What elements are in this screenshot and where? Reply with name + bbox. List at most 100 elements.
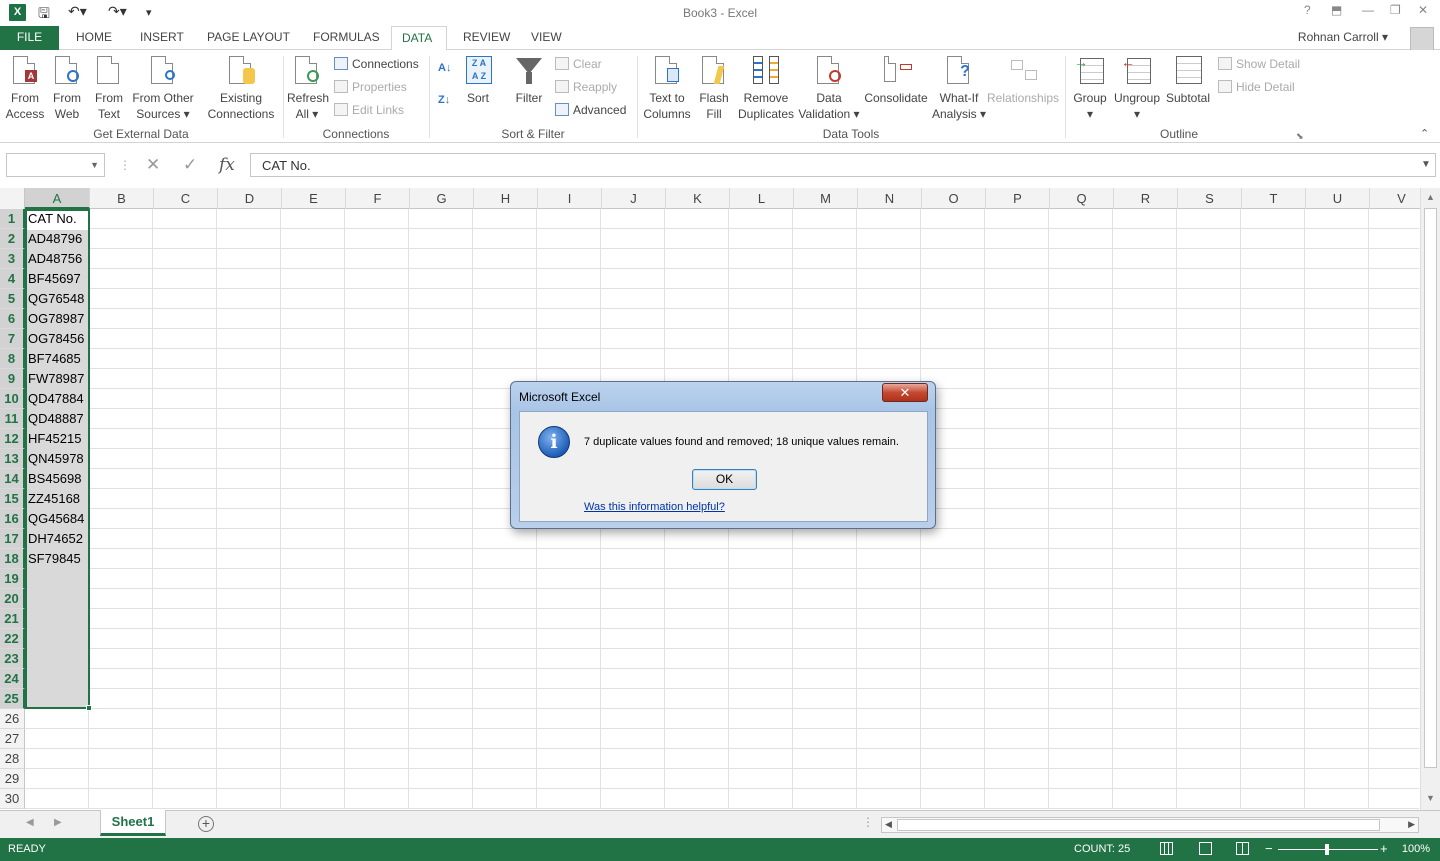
row-header-28[interactable]: 28 — [0, 749, 25, 769]
close-button[interactable]: ✕ — [1418, 3, 1428, 17]
edit-links-button[interactable]: Edit Links — [334, 102, 404, 118]
column-header-h[interactable]: H — [474, 188, 538, 209]
column-header-c[interactable]: C — [154, 188, 218, 209]
row-header-17[interactable]: 17 — [0, 529, 25, 549]
row-header-1[interactable]: 1 — [0, 209, 25, 229]
row-header-12[interactable]: 12 — [0, 429, 25, 449]
tab-review[interactable]: REVIEW — [453, 26, 520, 50]
column-header-k[interactable]: K — [666, 188, 730, 209]
column-header-j[interactable]: J — [602, 188, 666, 209]
cell-a5[interactable]: QG76548 — [28, 289, 84, 309]
sort-z-to-a-button[interactable]: Z↓ — [438, 92, 450, 108]
status-count[interactable]: COUNT: 25 — [1074, 843, 1130, 855]
row-header-21[interactable]: 21 — [0, 609, 25, 629]
restore-button[interactable]: ❐ — [1390, 3, 1401, 17]
ungroup-button[interactable]: ← Ungroup ▾ — [1113, 54, 1161, 122]
column-header-t[interactable]: T — [1242, 188, 1306, 209]
row-header-27[interactable]: 27 — [0, 729, 25, 749]
tab-page-layout[interactable]: PAGE LAYOUT — [197, 26, 300, 50]
cell-a12[interactable]: HF45215 — [28, 429, 81, 449]
cell-a7[interactable]: OG78456 — [28, 329, 84, 349]
row-header-24[interactable]: 24 — [0, 669, 25, 689]
column-header-f[interactable]: F — [346, 188, 410, 209]
row-header-10[interactable]: 10 — [0, 389, 25, 409]
cell-a6[interactable]: OG78987 — [28, 309, 84, 329]
chevron-down-icon[interactable]: ▼ — [90, 160, 99, 170]
clear-filter-button[interactable]: Clear — [555, 56, 602, 72]
cell-a1[interactable]: CAT No. — [28, 209, 77, 229]
zoom-slider-knob[interactable] — [1325, 844, 1329, 855]
collapse-ribbon-icon[interactable]: ⌃ — [1420, 126, 1429, 142]
dialog-close-button[interactable]: ✕ — [882, 383, 928, 402]
help-button[interactable]: ? — [1304, 3, 1311, 17]
cell-a8[interactable]: BF74685 — [28, 349, 81, 369]
cell-a18[interactable]: SF79845 — [28, 549, 81, 569]
tab-splitter-icon[interactable]: ⋮ — [862, 815, 874, 829]
outline-dialog-launcher-icon[interactable]: ⬊ — [1296, 128, 1304, 144]
tab-data[interactable]: DATA — [391, 26, 447, 51]
scroll-down-icon[interactable]: ▼ — [1426, 793, 1435, 803]
row-header-15[interactable]: 15 — [0, 489, 25, 509]
flash-fill-button[interactable]: Flash Fill — [696, 54, 732, 122]
ok-button[interactable]: OK — [692, 469, 757, 490]
row-header-9[interactable]: 9 — [0, 369, 25, 389]
consolidate-button[interactable]: Consolidate — [862, 54, 930, 106]
group-button[interactable]: → Group ▾ — [1070, 54, 1110, 122]
tab-file[interactable]: FILE — [0, 26, 59, 50]
row-header-22[interactable]: 22 — [0, 629, 25, 649]
column-header-i[interactable]: I — [538, 188, 602, 209]
tab-home[interactable]: HOME — [66, 26, 122, 50]
row-header-2[interactable]: 2 — [0, 229, 25, 249]
horizontal-scrollbar[interactable]: ◀ ▶ — [881, 817, 1419, 833]
next-sheet-icon[interactable]: ▶ — [54, 817, 62, 828]
from-access-button[interactable]: A From Access — [5, 54, 45, 122]
sheet-tab-sheet1[interactable]: Sheet1 — [100, 810, 166, 836]
row-header-25[interactable]: 25 — [0, 689, 25, 709]
reapply-button[interactable]: Reapply — [555, 79, 617, 95]
page-layout-view-icon[interactable] — [1199, 842, 1212, 855]
add-sheet-icon[interactable]: + — [198, 816, 214, 832]
name-box[interactable]: ▼ — [6, 153, 105, 177]
cell-a9[interactable]: FW78987 — [28, 369, 84, 389]
row-header-14[interactable]: 14 — [0, 469, 25, 489]
text-to-columns-button[interactable]: Text to Columns — [641, 54, 693, 122]
cell-a13[interactable]: QN45978 — [28, 449, 84, 469]
what-if-analysis-button[interactable]: ? What-If Analysis ▾ — [930, 54, 988, 122]
column-header-l[interactable]: L — [730, 188, 794, 209]
show-detail-button[interactable]: Show Detail — [1218, 56, 1300, 72]
properties-button[interactable]: Properties — [334, 79, 407, 95]
row-header-29[interactable]: 29 — [0, 769, 25, 789]
cell-a2[interactable]: AD48796 — [28, 229, 82, 249]
cancel-icon[interactable]: ✕ — [146, 155, 160, 175]
cell-a16[interactable]: QG45684 — [28, 509, 84, 529]
row-header-18[interactable]: 18 — [0, 549, 25, 569]
formula-bar-splitter-icon[interactable]: ⋮ — [119, 158, 131, 172]
hide-detail-button[interactable]: Hide Detail — [1218, 79, 1295, 95]
column-header-m[interactable]: M — [794, 188, 858, 209]
advanced-filter-button[interactable]: Advanced — [555, 102, 626, 118]
row-header-13[interactable]: 13 — [0, 449, 25, 469]
scroll-right-icon[interactable]: ▶ — [1408, 819, 1415, 830]
tab-insert[interactable]: INSERT — [130, 26, 194, 50]
relationships-button[interactable]: Relationships — [987, 54, 1059, 106]
minimize-button[interactable]: — — [1362, 3, 1374, 17]
row-header-23[interactable]: 23 — [0, 649, 25, 669]
cell-a15[interactable]: ZZ45168 — [28, 489, 80, 509]
row-header-16[interactable]: 16 — [0, 509, 25, 529]
cell-a14[interactable]: BS45698 — [28, 469, 82, 489]
zoom-out-button[interactable]: − — [1265, 841, 1273, 856]
column-header-s[interactable]: S — [1178, 188, 1242, 209]
column-header-q[interactable]: Q — [1050, 188, 1114, 209]
column-header-r[interactable]: R — [1114, 188, 1178, 209]
row-header-26[interactable]: 26 — [0, 709, 25, 729]
data-validation-button[interactable]: Data Validation ▾ — [797, 54, 861, 122]
row-header-6[interactable]: 6 — [0, 309, 25, 329]
subtotal-button[interactable]: Subtotal — [1163, 54, 1213, 106]
zoom-slider[interactable] — [1278, 844, 1378, 855]
row-header-11[interactable]: 11 — [0, 409, 25, 429]
zoom-in-button[interactable]: + — [1380, 841, 1388, 856]
row-header-30[interactable]: 30 — [0, 789, 25, 809]
insert-function-icon[interactable]: fx — [219, 155, 235, 175]
refresh-all-button[interactable]: Refresh All ▾ — [287, 54, 329, 122]
cell-a3[interactable]: AD48756 — [28, 249, 82, 269]
